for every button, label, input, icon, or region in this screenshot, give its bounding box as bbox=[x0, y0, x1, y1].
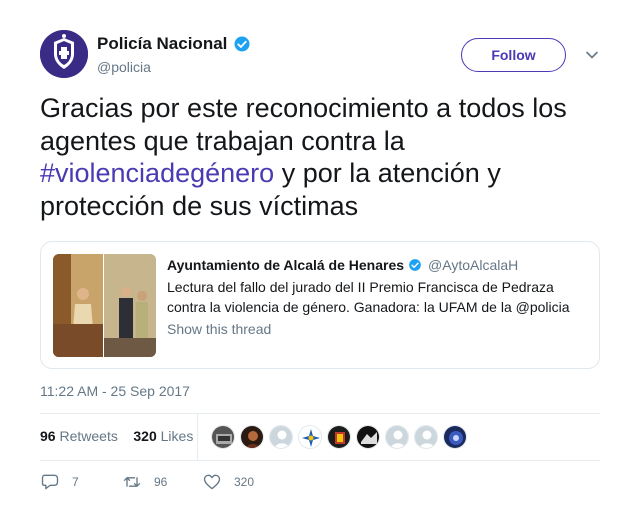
tweet-header: Policía Nacional @policia Follow bbox=[40, 30, 600, 80]
like-button[interactable]: 320 bbox=[202, 472, 254, 492]
liker-avatar[interactable] bbox=[327, 425, 351, 449]
hashtag-link[interactable]: #violenciadegénero bbox=[40, 158, 274, 188]
like-count: 320 bbox=[234, 475, 255, 489]
likes-label: Likes bbox=[160, 428, 194, 444]
liker-avatar[interactable] bbox=[298, 425, 322, 449]
quote-media[interactable] bbox=[53, 254, 156, 357]
stats-separator bbox=[197, 414, 198, 460]
retweet-button[interactable]: 96 bbox=[122, 472, 167, 492]
quote-author-handle[interactable]: @AytoAlcalaH bbox=[428, 257, 518, 273]
author-handle[interactable]: @policia bbox=[97, 59, 251, 75]
show-thread-link[interactable]: Show this thread bbox=[167, 321, 587, 337]
likes-count: 320 bbox=[133, 428, 157, 444]
liker-avatar[interactable] bbox=[240, 425, 264, 449]
tweet-timestamp[interactable]: 11:22 AM - 25 Sep 2017 bbox=[40, 383, 190, 399]
display-name-row: Policía Nacional bbox=[97, 33, 251, 55]
quote-photo-right bbox=[104, 254, 156, 357]
liker-avatar[interactable] bbox=[211, 425, 235, 449]
tweet-actions: 7 96 320 bbox=[40, 472, 600, 494]
liker-avatar[interactable] bbox=[385, 425, 409, 449]
retweets-count: 96 bbox=[40, 428, 56, 444]
reply-count: 7 bbox=[72, 475, 79, 489]
chevron-down-icon[interactable] bbox=[585, 48, 599, 62]
stat-counts: 96 Retweets 320 Likes bbox=[40, 428, 193, 444]
verified-badge-icon bbox=[408, 258, 422, 272]
tweet-stats: 96 Retweets 320 Likes bbox=[40, 414, 600, 460]
heart-icon bbox=[203, 474, 221, 490]
reply-button[interactable]: 7 bbox=[40, 472, 79, 492]
liker-avatars bbox=[211, 425, 472, 449]
liker-avatar[interactable] bbox=[269, 425, 293, 449]
divider-bottom bbox=[40, 460, 600, 461]
quote-author-name[interactable]: Ayuntamiento de Alcalá de Henares bbox=[167, 257, 404, 273]
verified-badge-icon bbox=[233, 35, 251, 53]
tweet-text-before: Gracias por este reconocimiento a todos … bbox=[40, 93, 567, 156]
author-names: Policía Nacional @policia bbox=[97, 33, 251, 75]
tweet-text: Gracias por este reconocimiento a todos … bbox=[40, 92, 600, 222]
liker-avatar[interactable] bbox=[443, 425, 467, 449]
liker-avatar[interactable] bbox=[414, 425, 438, 449]
quoted-tweet[interactable]: Ayuntamiento de Alcalá de Henares @AytoA… bbox=[40, 241, 600, 369]
quote-header: Ayuntamiento de Alcalá de Henares @AytoA… bbox=[167, 255, 587, 275]
quote-photo-left bbox=[53, 254, 103, 357]
police-shield-icon bbox=[40, 30, 88, 78]
quote-body: Ayuntamiento de Alcalá de Henares @AytoA… bbox=[167, 255, 587, 337]
retweet-icon bbox=[123, 477, 141, 487]
follow-button[interactable]: Follow bbox=[461, 38, 566, 72]
likes-stat[interactable]: 320 Likes bbox=[133, 428, 193, 444]
quote-text: Lectura del fallo del jurado del II Prem… bbox=[167, 279, 570, 315]
retweets-stat[interactable]: 96 Retweets bbox=[40, 428, 118, 444]
author-display-name[interactable]: Policía Nacional bbox=[97, 34, 227, 54]
author-avatar[interactable] bbox=[40, 30, 88, 78]
liker-avatar[interactable] bbox=[356, 425, 380, 449]
reply-icon bbox=[41, 474, 59, 490]
retweets-label: Retweets bbox=[59, 428, 118, 444]
retweet-count: 96 bbox=[154, 475, 168, 489]
